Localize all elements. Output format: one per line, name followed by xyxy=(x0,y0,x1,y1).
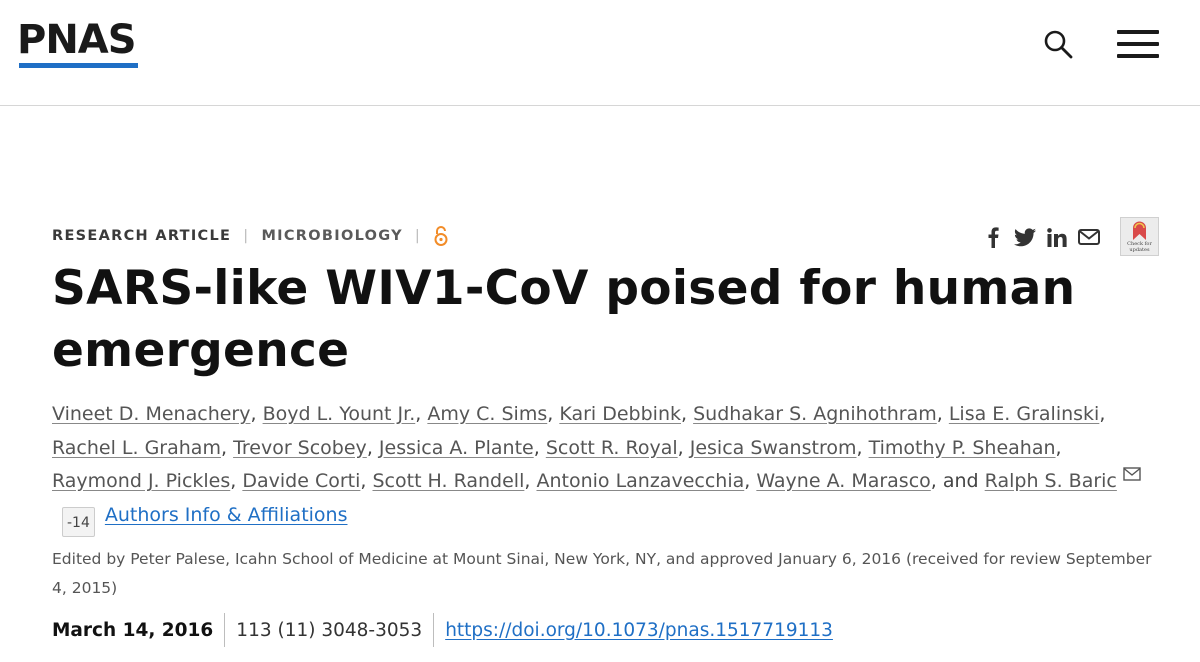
facebook-share-button[interactable] xyxy=(982,225,1004,249)
linkedin-share-button[interactable] xyxy=(1046,225,1068,249)
author-link[interactable]: Jesica Swanstrom xyxy=(690,437,857,459)
author-link[interactable]: Vineet D. Menachery xyxy=(52,403,250,425)
author-link[interactable]: Scott R. Royal xyxy=(546,437,678,459)
author-link[interactable]: Jessica A. Plante xyxy=(379,437,534,459)
and-text: and xyxy=(942,470,979,492)
search-button[interactable] xyxy=(1042,28,1076,62)
more-authors-badge[interactable]: -14 xyxy=(62,506,95,537)
pnas-logo[interactable]: PNAS xyxy=(17,20,137,60)
divider: | xyxy=(243,228,250,244)
author-link[interactable]: Sudhakar S. Agnihothram xyxy=(693,403,937,425)
author-link[interactable]: Timothy P. Sheahan xyxy=(869,437,1056,459)
email-share-button[interactable] xyxy=(1078,225,1100,249)
author-link[interactable]: Lisa E. Gralinski xyxy=(949,403,1100,425)
editor-note: Edited by Peter Palese, Icahn School of … xyxy=(52,550,1152,597)
hamburger-menu-icon xyxy=(1117,30,1159,34)
divider: | xyxy=(414,228,422,244)
citation: 113 (11) 3048-3053 xyxy=(236,619,423,641)
site-header: PNAS xyxy=(0,0,1200,106)
linkedin-icon xyxy=(1047,227,1067,247)
author-link[interactable]: Raymond J. Pickles xyxy=(52,470,230,492)
doi-link[interactable]: https://doi.org/10.1073/pnas.1517719113 xyxy=(445,620,833,641)
divider xyxy=(433,613,435,647)
article-type[interactable]: RESEARCH ARTICLE xyxy=(52,228,231,244)
twitter-share-button[interactable] xyxy=(1014,225,1036,249)
crossmark-label: Check for updates xyxy=(1127,241,1152,253)
author-link[interactable]: Wayne A. Marasco xyxy=(756,470,930,492)
author-link[interactable]: Kari Debbink xyxy=(559,403,681,425)
author-link[interactable]: Amy C. Sims xyxy=(427,403,547,425)
menu-button[interactable] xyxy=(1117,28,1161,62)
authors-info-affiliations-link[interactable]: Authors Info & Affiliations xyxy=(105,504,348,526)
article-subject[interactable]: MICROBIOLOGY xyxy=(261,228,402,244)
publication-info: March 14, 2016 113 (11) 3048-3053 https:… xyxy=(52,612,833,648)
author-link[interactable]: Antonio Lanzavecchia xyxy=(536,470,744,492)
logo-underline xyxy=(19,63,138,68)
author-list: Vineet D. Menachery, Boyd L. Yount Jr., … xyxy=(52,398,1152,537)
publication-date: March 14, 2016 xyxy=(52,619,214,641)
article-meta: RESEARCH ARTICLE | MICROBIOLOGY | xyxy=(52,225,449,247)
search-icon xyxy=(1044,30,1073,59)
corresponding-author-link[interactable]: Ralph S. Baric xyxy=(985,470,1117,492)
hamburger-menu-icon xyxy=(1117,42,1159,46)
hamburger-menu-icon xyxy=(1117,54,1159,58)
share-toolbar xyxy=(982,222,1110,252)
crossmark-badge[interactable]: Check for updates xyxy=(1120,217,1159,256)
mail-icon xyxy=(1123,467,1141,481)
email-icon xyxy=(1078,229,1100,245)
author-link[interactable]: Trevor Scobey xyxy=(233,437,367,459)
article-title: SARS-like WIV1-CoV poised for human emer… xyxy=(52,261,1076,378)
author-link[interactable]: Davide Corti xyxy=(242,470,360,492)
divider xyxy=(224,613,226,647)
author-link[interactable]: Rachel L. Graham xyxy=(52,437,221,459)
open-access-icon xyxy=(434,226,448,246)
facebook-icon xyxy=(988,227,999,248)
author-link[interactable]: Boyd L. Yount Jr. xyxy=(263,403,416,425)
author-link[interactable]: Scott H. Randell xyxy=(372,470,524,492)
twitter-icon xyxy=(1014,227,1036,246)
